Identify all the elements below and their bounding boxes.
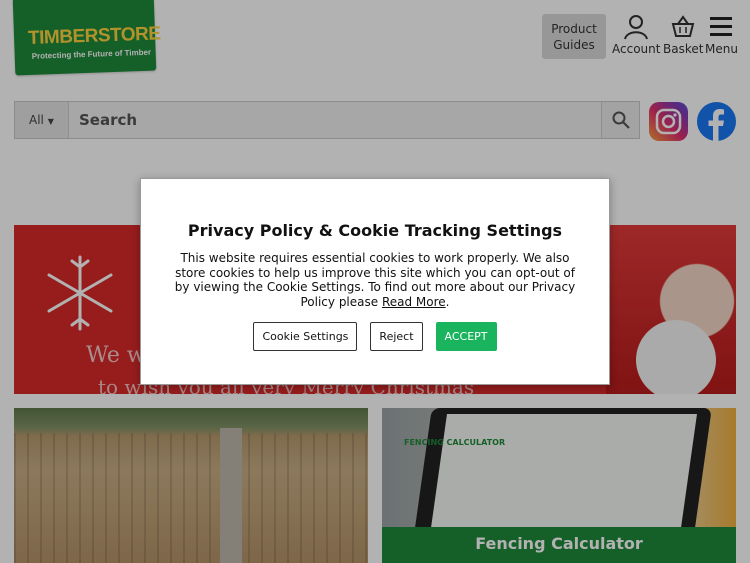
cookie-dialog-body: This website requires essential cookies … — [174, 251, 576, 309]
cookie-dialog-title: Privacy Policy & Cookie Tracking Setting… — [187, 221, 563, 240]
accept-button[interactable]: ACCEPT — [435, 322, 497, 351]
cookie-dialog-text: This website requires essential cookies … — [174, 251, 576, 309]
read-more-link[interactable]: Read More — [382, 295, 446, 309]
cookie-dialog-actions: Cookie Settings Reject ACCEPT — [141, 322, 609, 351]
reject-button[interactable]: Reject — [370, 322, 423, 351]
cookie-settings-button[interactable]: Cookie Settings — [253, 322, 358, 351]
cookie-consent-dialog: Privacy Policy & Cookie Tracking Setting… — [140, 178, 610, 385]
